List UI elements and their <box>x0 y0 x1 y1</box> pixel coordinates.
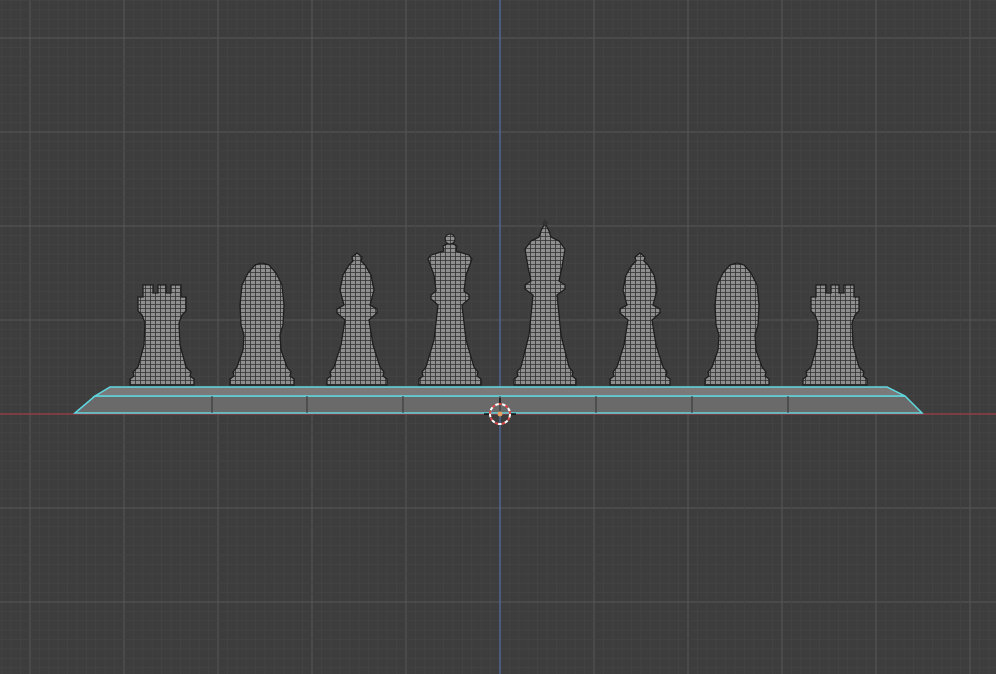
viewport-canvas[interactable] <box>0 0 996 674</box>
queen-ball <box>444 233 456 245</box>
chess-piece-knight[interactable] <box>229 262 295 386</box>
chess-piece-king[interactable] <box>513 221 577 386</box>
chessboard-mesh[interactable] <box>72 386 924 414</box>
chess-piece-rook[interactable] <box>129 284 195 386</box>
board-top-edge[interactable] <box>92 386 906 397</box>
3d-viewport[interactable] <box>0 0 996 674</box>
chess-pieces[interactable] <box>129 219 868 386</box>
chess-piece-knight[interactable] <box>704 262 770 386</box>
